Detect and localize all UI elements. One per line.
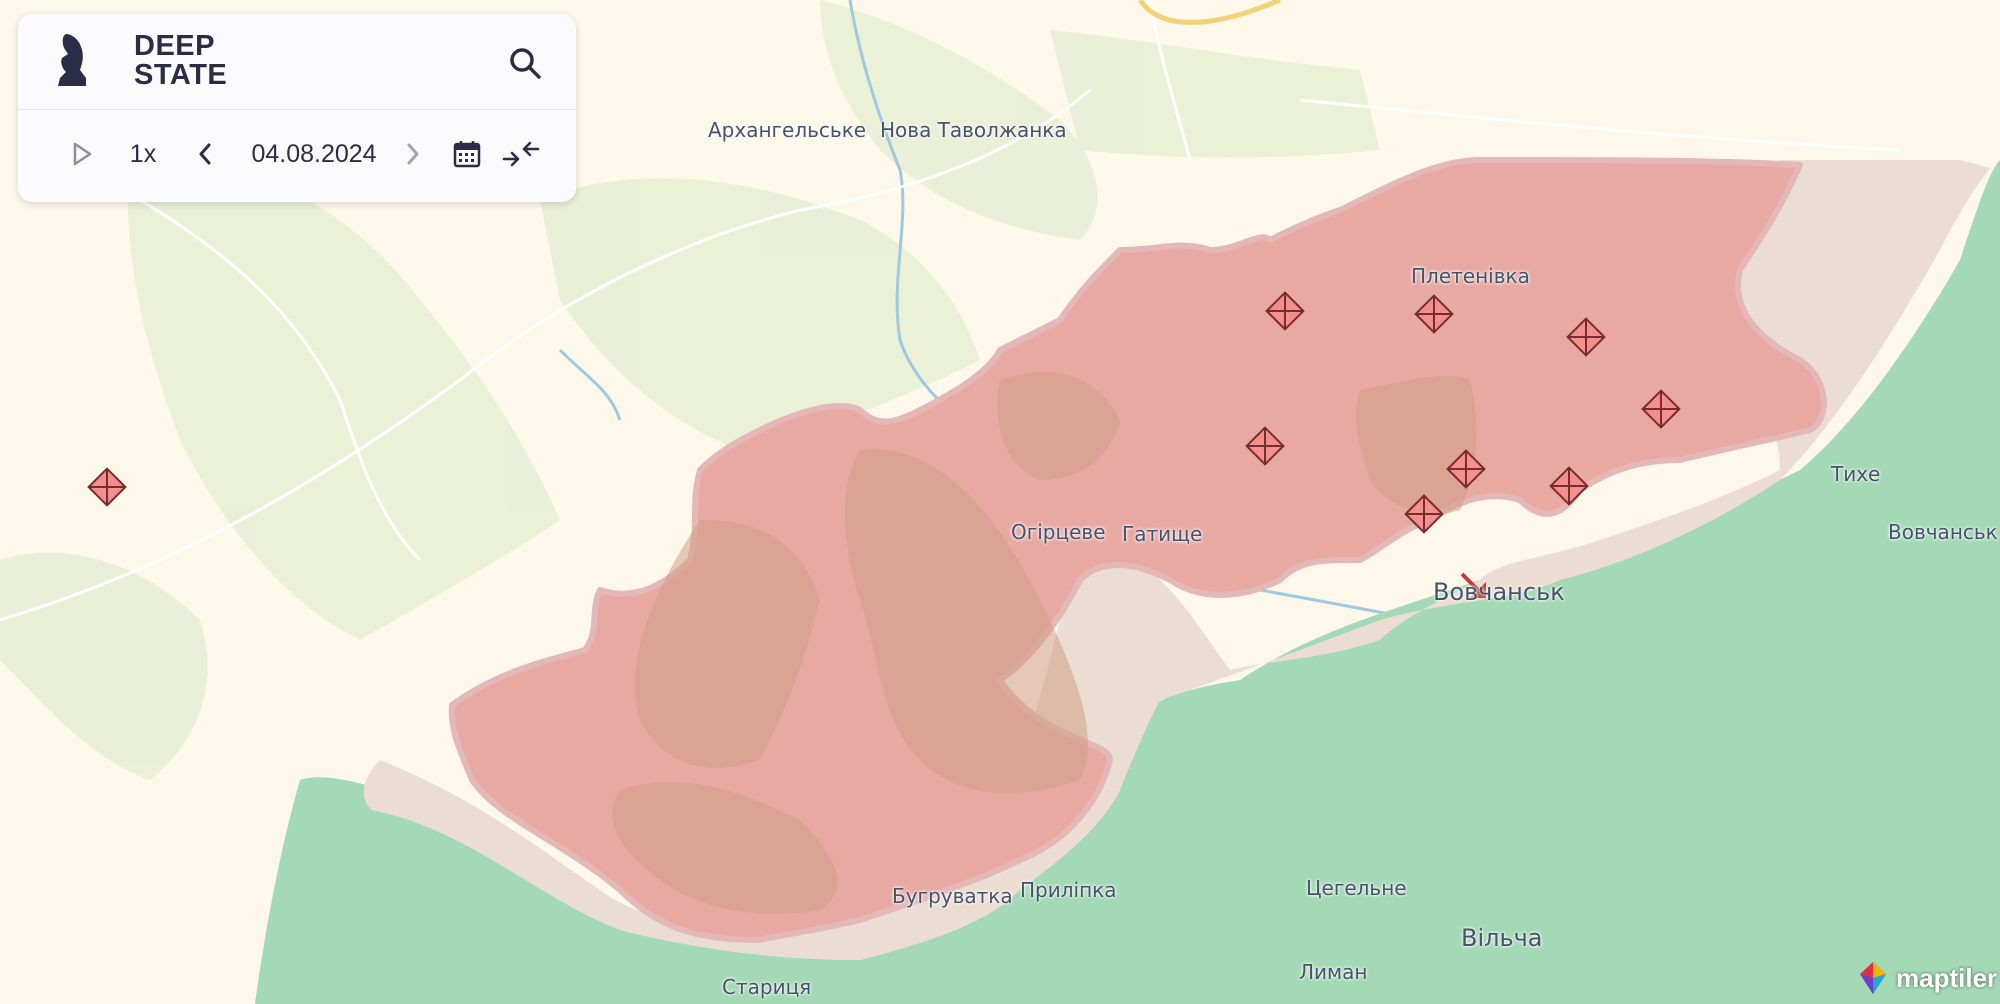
- collapse-arrows-icon: [502, 141, 540, 167]
- place-label-pletenivka: Плетенівка: [1411, 264, 1530, 288]
- place-label-tykhe: Тихе: [1831, 462, 1881, 486]
- next-date-button[interactable]: [398, 134, 428, 174]
- logo-wordmark: DEEP STATE: [134, 32, 227, 90]
- place-label-starytsia: Стариця: [722, 975, 812, 999]
- chevron-right-icon: [407, 143, 419, 165]
- place-label-vilcha: Вільча: [1461, 924, 1543, 952]
- maptiler-attribution[interactable]: maptiler: [1856, 958, 1997, 998]
- maptiler-wordmark: maptiler: [1896, 962, 1998, 993]
- chevron-left-icon: [199, 143, 211, 165]
- control-panel: DEEP STATE 1x 04.08.2024: [18, 14, 576, 202]
- search-icon: [510, 48, 541, 79]
- knight-logo-icon: [58, 34, 86, 86]
- panel-divider: [18, 109, 576, 110]
- collapse-button[interactable]: [494, 134, 548, 174]
- search-button[interactable]: [506, 44, 546, 84]
- place-label-prylipka: Приліпка: [1020, 878, 1117, 902]
- place-label-ohirtseve: Огірцеве: [1011, 520, 1106, 544]
- deepstate-logo[interactable]: DEEP STATE: [56, 32, 227, 92]
- previous-date-button[interactable]: [190, 134, 220, 174]
- calendar-icon: [453, 141, 481, 168]
- place-label-tsehelne: Цегельне: [1306, 876, 1407, 900]
- place-label-hatyshche: Гатище: [1122, 522, 1203, 546]
- place-label-vovchansk: Вовчанськ: [1433, 578, 1565, 606]
- play-icon: [73, 142, 92, 166]
- logo-line-2: STATE: [134, 59, 228, 91]
- place-label-nova-tavolzhanka: Нова Таволжанка: [880, 118, 1067, 142]
- play-button[interactable]: [62, 134, 102, 174]
- place-label-lyman: Лиман: [1299, 960, 1368, 984]
- place-label-vovchanski: Вовчанськ: [1888, 520, 1998, 544]
- logo-line-1: DEEP: [134, 30, 215, 62]
- calendar-button[interactable]: [442, 134, 492, 174]
- place-label-buhruvatka: Бугруватка: [892, 884, 1013, 908]
- speed-button[interactable]: 1x: [118, 134, 168, 174]
- current-date[interactable]: 04.08.2024: [224, 134, 404, 174]
- place-label-arkhanhelske: Архангельське: [708, 118, 867, 142]
- maptiler-logo-icon: [1860, 962, 1886, 994]
